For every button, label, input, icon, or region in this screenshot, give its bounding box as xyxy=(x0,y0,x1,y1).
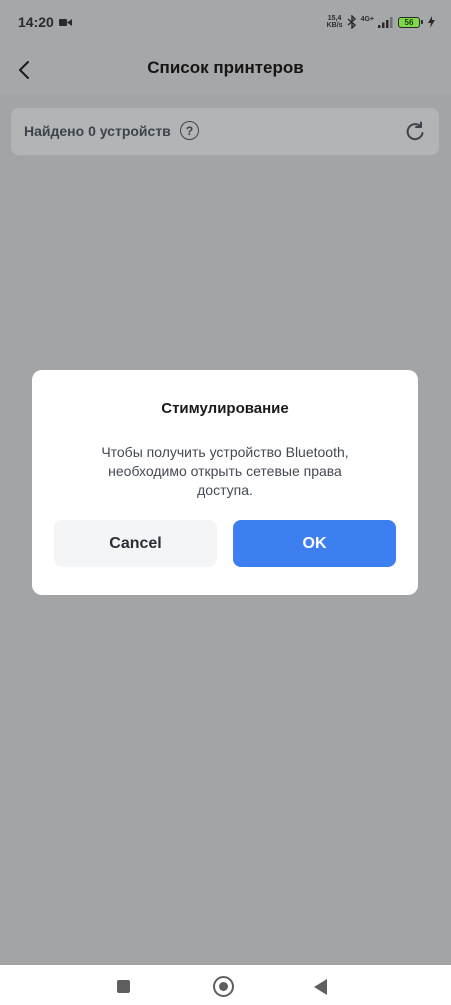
scan-status-card: Найдено 0 устройств ? xyxy=(11,108,439,155)
cancel-button[interactable]: Cancel xyxy=(54,520,217,567)
battery-icon: 56 xyxy=(398,16,423,28)
signal-icon xyxy=(378,17,393,28)
net-speed-unit: KB/s xyxy=(326,22,343,29)
network-type: 4G+ xyxy=(360,15,374,23)
dialog-title: Стимулирование xyxy=(161,400,289,417)
status-bar: 14:20 15,4 KB/s 4G+ 56 xyxy=(0,0,451,46)
dialog-message: Чтобы получить устройство Bluetooth, нео… xyxy=(101,444,349,498)
page-title: Список принтеров xyxy=(147,58,304,77)
found-devices-label: Найдено 0 устройств xyxy=(24,123,171,139)
home-icon[interactable] xyxy=(213,976,234,997)
net-speed-value: 15,4 xyxy=(327,15,342,22)
net-speed: 15,4 KB/s xyxy=(327,15,343,29)
back-triangle-icon[interactable] xyxy=(314,979,327,995)
system-nav-bar xyxy=(0,965,451,1005)
charging-icon xyxy=(428,16,435,28)
video-camera-icon xyxy=(59,19,72,26)
refresh-icon[interactable] xyxy=(404,121,426,143)
ok-button[interactable]: OK xyxy=(233,520,396,567)
battery-level: 56 xyxy=(404,17,414,27)
status-time: 14:20 xyxy=(18,14,54,30)
help-icon[interactable]: ? xyxy=(180,121,199,140)
app-bar: Список принтеров xyxy=(0,46,451,94)
recent-apps-icon[interactable] xyxy=(117,980,130,993)
bluetooth-icon xyxy=(347,15,356,29)
permission-dialog: Стимулирование Чтобы получить устройство… xyxy=(32,370,418,595)
status-icons: 15,4 KB/s 4G+ 56 xyxy=(327,14,435,30)
home-dot xyxy=(219,982,228,991)
